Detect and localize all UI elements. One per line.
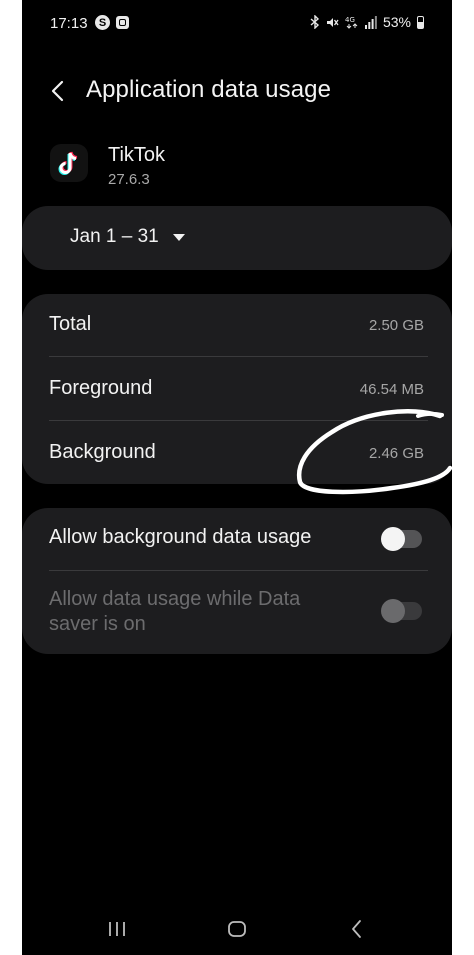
app-info: TikTok 27.6.3	[22, 140, 452, 196]
switch-knob	[381, 527, 405, 551]
toggle-row-data-saver: Allow data usage while Data saver is on	[22, 572, 452, 654]
s-badge-icon: S	[95, 15, 110, 30]
usage-row-total: Total 2.50 GB	[22, 294, 452, 357]
phone-screen: 17:13 S 4G 53% Application data usage Ti…	[22, 0, 452, 955]
divider	[49, 570, 428, 571]
usage-label: Foreground	[49, 377, 153, 399]
usage-card: Total 2.50 GB Foreground 46.54 MB Backgr…	[22, 294, 452, 484]
mute-icon	[326, 16, 339, 29]
status-time: 17:13	[50, 15, 88, 32]
data-saver-switch	[381, 599, 422, 623]
usage-value: 2.46 GB	[368, 445, 424, 462]
toggle-label: Allow data usage while Data saver is on	[49, 588, 301, 635]
usage-value: 46.54 MB	[359, 381, 424, 398]
home-icon	[228, 921, 246, 937]
header: Application data usage	[22, 68, 452, 114]
network-type-icon: 4G	[345, 15, 359, 29]
status-right-icons: 4G 53%	[310, 14, 424, 30]
battery-percent: 53%	[382, 14, 411, 30]
status-left-icons: S	[95, 15, 129, 30]
recents-button[interactable]	[102, 914, 132, 944]
switch-knob	[381, 599, 405, 623]
chevron-left-icon	[51, 80, 64, 102]
tiktok-logo-icon	[50, 144, 88, 182]
app-name: TikTok	[108, 144, 166, 166]
date-range-card: Jan 1 – 31	[22, 206, 452, 270]
recents-icon	[109, 922, 125, 936]
bluetooth-icon	[310, 15, 320, 29]
navigation-bar	[22, 900, 452, 955]
usage-label: Total	[49, 313, 92, 335]
usage-label: Background	[49, 441, 156, 463]
divider	[49, 356, 428, 357]
background-data-switch[interactable]	[381, 527, 422, 551]
notification-square-icon	[116, 16, 129, 29]
home-button[interactable]	[222, 914, 252, 944]
usage-row-background: Background 2.46 GB	[22, 422, 452, 485]
back-icon	[352, 920, 361, 938]
toggle-row-background-data[interactable]: Allow background data usage	[22, 508, 452, 570]
status-bar: 17:13 S 4G 53%	[22, 0, 452, 46]
back-button[interactable]	[44, 76, 74, 106]
date-range-label: Jan 1 – 31	[70, 226, 159, 247]
dropdown-triangle-icon	[172, 233, 185, 241]
battery-icon	[417, 15, 424, 29]
network-type-label: 4G	[345, 16, 355, 24]
date-range-selector[interactable]: Jan 1 – 31	[70, 226, 185, 248]
usage-value: 2.50 GB	[368, 317, 424, 334]
app-version: 27.6.3	[108, 171, 150, 188]
data-toggles-card: Allow background data usage Allow data u…	[22, 508, 452, 654]
page-title: Application data usage	[86, 76, 332, 103]
signal-icon	[364, 15, 377, 29]
toggle-label: Allow background data usage	[49, 526, 312, 548]
nav-back-button[interactable]	[342, 914, 372, 944]
usage-row-foreground: Foreground 46.54 MB	[22, 358, 452, 421]
divider	[49, 420, 428, 421]
